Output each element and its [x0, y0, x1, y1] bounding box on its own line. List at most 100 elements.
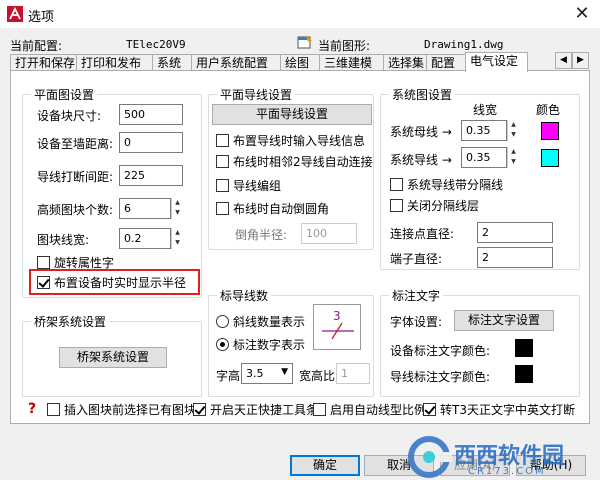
title-bar: 选项 ✕	[0, 0, 600, 28]
spin-down-icon[interactable]: ▼	[172, 238, 183, 248]
spin-up-icon[interactable]: ▲	[172, 228, 183, 238]
slash-count-label: 斜线数量表示	[233, 315, 306, 329]
bus-color-swatch[interactable]	[541, 122, 559, 140]
checkbox-box[interactable]	[37, 256, 50, 269]
highlight-annotation-box	[29, 269, 200, 295]
checkbox-box[interactable]	[313, 403, 326, 416]
wire-settings-title: 平面导线设置	[217, 86, 296, 103]
bus-lw-spinner[interactable]: ▲ ▼	[507, 120, 519, 141]
spin-down-icon[interactable]: ▼	[508, 130, 519, 140]
wire-settings-button[interactable]: 平面导线设置	[212, 104, 372, 125]
spin-down-icon[interactable]: ▼	[172, 208, 183, 218]
font-height-combo[interactable]: 3.5 ▼	[241, 363, 293, 384]
bus-lw-input[interactable]	[461, 120, 507, 141]
close-button[interactable]: ✕	[568, 2, 596, 26]
tab-selection[interactable]: 选择集	[383, 54, 427, 71]
quick-toolbar-checkbox[interactable]: 开启天正快捷工具条	[193, 402, 318, 418]
auto-connect-label: 布线时相邻2导线自动连接	[233, 155, 373, 169]
wire-group-checkbox[interactable]: 导线编组	[216, 178, 281, 194]
checkbox-box[interactable]	[47, 403, 60, 416]
tab-user-prefs[interactable]: 用户系统配置	[191, 54, 281, 71]
block-lw-spinner[interactable]: ▲ ▼	[171, 228, 183, 249]
drawing-icon	[297, 35, 312, 49]
wall-dist-input[interactable]	[119, 132, 183, 153]
auto-fillet-label: 布线时自动倒圆角	[233, 202, 330, 216]
radio-circle[interactable]	[216, 315, 229, 328]
auto-connect-checkbox[interactable]: 布线时相邻2导线自动连接	[216, 154, 373, 170]
checkbox-box[interactable]	[390, 178, 403, 191]
font-height-label: 字高	[216, 369, 241, 383]
ok-button[interactable]: 确定	[290, 455, 360, 476]
tab-scroll-right-icon[interactable]: ▶	[572, 52, 589, 69]
current-config-value: TElec20V9	[126, 38, 186, 51]
wire-count-preview: 3	[313, 304, 361, 350]
block-size-label: 设备块尺寸:	[37, 109, 102, 123]
spin-down-icon[interactable]: ▼	[508, 157, 519, 167]
sep-line-checkbox[interactable]: 系统导线带分隔线	[390, 177, 503, 193]
hf-count-input[interactable]	[119, 198, 171, 219]
tab-strip: 打开和保存 打印和发布 系统 用户系统配置 绘图 三维建模 选择集 配置 电气设…	[10, 52, 570, 72]
tab-scroll-left-icon[interactable]: ◀	[555, 52, 572, 69]
linewidth-header: 线宽	[473, 103, 498, 117]
options-dialog: 选项 ✕ 当前配置: TElec20V9 当前图形: Drawing1.dwg …	[0, 0, 600, 480]
fillet-radius-label: 倒角半径:	[235, 228, 288, 242]
tab-3d-modeling[interactable]: 三维建模	[319, 54, 384, 71]
number-label-radio[interactable]: 标注数字表示	[216, 337, 305, 353]
sep-line-label: 系统导线带分隔线	[407, 178, 504, 192]
wire-group-label: 导线编组	[233, 179, 282, 193]
select-existing-block-checkbox[interactable]: 插入图块前选择已有图块	[47, 402, 196, 418]
wire-info-checkbox[interactable]: 布置导线时输入导线信息	[216, 133, 365, 149]
device-text-color-swatch[interactable]	[515, 339, 533, 357]
spin-up-icon[interactable]: ▲	[508, 120, 519, 130]
hf-count-spinner[interactable]: ▲ ▼	[171, 198, 183, 219]
checkbox-box[interactable]	[216, 202, 229, 215]
tab-plot-publish[interactable]: 打印和发布	[76, 54, 153, 71]
block-lw-label: 图块线宽:	[37, 233, 90, 247]
wire-text-color-swatch[interactable]	[515, 365, 533, 383]
checkbox-box[interactable]	[216, 155, 229, 168]
joint-diameter-input[interactable]	[477, 222, 553, 243]
wire-lw-spinner[interactable]: ▲ ▼	[507, 147, 519, 168]
tab-open-save[interactable]: 打开和保存	[10, 54, 77, 71]
annotation-font-button[interactable]: 标注文字设置	[454, 310, 554, 331]
radio-selected-circle[interactable]	[216, 338, 229, 351]
wire-color-swatch[interactable]	[541, 149, 559, 167]
tab-system[interactable]: 系统	[152, 54, 192, 71]
close-sep-layer-checkbox[interactable]: 关闭分隔线层	[390, 198, 479, 214]
slash-count-radio[interactable]: 斜线数量表示	[216, 314, 305, 330]
t3-text-break-checkbox[interactable]: 转T3天正文字中英文打断	[423, 402, 575, 418]
spin-up-icon[interactable]: ▲	[172, 198, 183, 208]
auto-fillet-checkbox[interactable]: 布线时自动倒圆角	[216, 201, 329, 217]
tab-electrical-settings[interactable]: 电气设定	[465, 52, 528, 72]
color-header: 颜色	[536, 103, 561, 117]
chevron-down-icon[interactable]: ▼	[281, 367, 288, 377]
wire-lw-input[interactable]	[461, 147, 507, 168]
tab-profiles[interactable]: 配置	[426, 54, 466, 71]
spin-up-icon[interactable]: ▲	[508, 147, 519, 157]
checkbox-box[interactable]	[390, 199, 403, 212]
checkbox-box[interactable]	[216, 134, 229, 147]
tab-drafting[interactable]: 绘图	[280, 54, 320, 71]
break-gap-input[interactable]	[119, 165, 183, 186]
auto-ltscale-label: 启用自动线型比例	[330, 403, 427, 417]
ratio-input[interactable]	[336, 363, 370, 384]
help-question-icon[interactable]: ?	[28, 401, 36, 417]
wire-info-label: 布置导线时输入导线信息	[233, 134, 366, 148]
block-lw-input[interactable]	[119, 228, 171, 249]
bridge-settings-button[interactable]: 桥架系统设置	[59, 347, 167, 368]
auto-ltscale-checkbox[interactable]: 启用自动线型比例	[313, 402, 426, 418]
watermark-logo-icon	[408, 436, 452, 478]
bridge-settings-group: 桥架系统设置 桥架系统设置	[22, 313, 202, 397]
checkbox-checked-box[interactable]	[193, 403, 206, 416]
checkbox-box[interactable]	[216, 179, 229, 192]
select-existing-block-label: 插入图块前选择已有图块	[64, 403, 197, 417]
terminal-diameter-input[interactable]	[477, 247, 553, 268]
watermark-url: CR173.COM	[468, 466, 546, 477]
font-setting-label: 字体设置:	[390, 315, 443, 329]
block-size-input[interactable]	[119, 104, 183, 125]
fillet-radius-input[interactable]	[301, 223, 357, 244]
checkbox-checked-box[interactable]	[423, 403, 436, 416]
close-sep-layer-label: 关闭分隔线层	[407, 199, 480, 213]
electrical-settings-page: 平面图设置 设备块尺寸: 设备至墙距离: 导线打断间距: 高频图块个数: ▲▼ …	[10, 70, 590, 424]
wire-count-group: 标导线数 斜线数量表示 标注数字表示 3 字高 3.5 ▼ 宽高比	[208, 287, 374, 397]
